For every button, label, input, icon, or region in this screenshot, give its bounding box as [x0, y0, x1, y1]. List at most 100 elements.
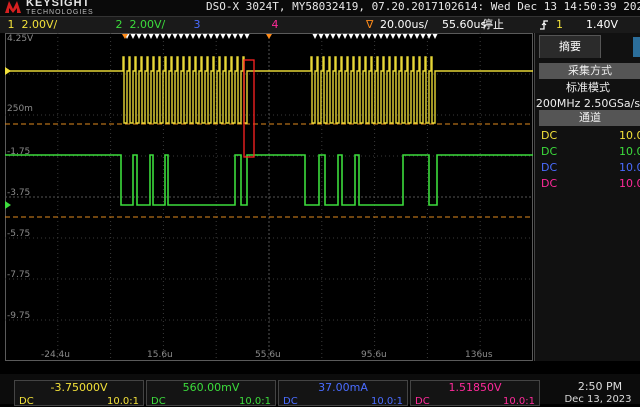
y-axis-label: 250m	[7, 104, 33, 114]
channel-2-bottom-coupling: DC	[151, 396, 166, 407]
run-stop-status[interactable]: 停止	[482, 17, 504, 33]
trigger-tick	[142, 34, 148, 39]
channel-3-scale[interactable]: 3	[190, 17, 204, 33]
channel-2-scale[interactable]: 2 2.00V/	[112, 17, 166, 33]
keysight-logo: KEYSIGHT TECHNOLOGIES	[2, 0, 120, 16]
channel-1-bottom-ratio: 10.0:1	[107, 396, 139, 407]
trigger-tick	[420, 34, 426, 39]
trigger-tick	[130, 34, 136, 39]
trigger-tick	[148, 34, 154, 39]
trigger-tick	[244, 34, 250, 39]
trigger-tick	[312, 34, 318, 39]
graticule-grid	[5, 33, 533, 361]
trigger-tick	[348, 34, 354, 39]
trigger-tick	[414, 34, 420, 39]
y-axis-label: 4.25V	[7, 34, 34, 44]
acquisition-mode: 标准模式	[566, 81, 610, 94]
channel-1-softkey[interactable]: -3.75000V DC 10.0:1	[14, 380, 144, 407]
keysight-logo-icon	[5, 1, 21, 13]
channel-2-offset: 560.00mV	[182, 381, 240, 394]
channel-3-summary: DC 10.0:1	[539, 160, 640, 176]
summary-panel: 摘要 采集方式 标准模式 200MHz 2.50GSa/s 通道 DC 10.0…	[534, 33, 640, 361]
channel-1-probe-ratio: 10.0:1	[619, 129, 640, 142]
trigger-level[interactable]: 1.40V	[586, 17, 618, 33]
trigger-edge-icon	[540, 20, 548, 30]
channel-1-scale[interactable]: 1 2.00V/	[4, 17, 58, 33]
y-axis-label: -1.75	[7, 147, 30, 157]
channel-1-bottom-coupling: DC	[19, 396, 34, 407]
trigger-tick	[378, 34, 384, 39]
channel-4-offset: 1.51850V	[448, 381, 502, 394]
tab-summary[interactable]: 摘要	[539, 35, 601, 58]
trigger-tick	[318, 34, 324, 39]
channel-2-coupling: DC	[541, 145, 558, 158]
trigger-tick	[354, 34, 360, 39]
channel-2-summary: DC 10.0:1	[539, 144, 640, 160]
trigger-tick	[226, 34, 232, 39]
trigger-tick	[384, 34, 390, 39]
channel-4-bottom-coupling: DC	[415, 396, 430, 407]
clock-date: Dec 13, 2023	[564, 394, 632, 405]
channel-status-row: 1 2.00V/ 2 2.00V/ 3 4 ∇ 20.00us/ 55.60us…	[0, 16, 640, 33]
trigger-tick	[184, 34, 190, 39]
trigger-tick	[372, 34, 378, 39]
waveform-graticule: 4.25V 250m -1.75 -3.75 -5.75 -7.75 -9.75 -24.4u…	[5, 33, 533, 361]
trigger-channel: 1	[556, 18, 563, 31]
clock-time: 2:50 PM	[577, 380, 623, 393]
channels-header: 通道	[539, 110, 640, 126]
trigger-tick	[426, 34, 432, 39]
trigger-tick	[136, 34, 142, 39]
channel-4-summary: DC 10.0:1	[539, 176, 640, 192]
trigger-tick	[208, 34, 214, 39]
channel-3-softkey[interactable]: 37.00mA DC 10.0:1	[278, 380, 408, 407]
delay-marker-icon: ∇	[366, 18, 374, 31]
trigger-markers	[122, 34, 438, 39]
trigger-tick	[342, 34, 348, 39]
x-axis-label: 136us	[465, 350, 493, 360]
trigger-tick	[238, 34, 244, 39]
x-axis-label: 15.6u	[147, 350, 173, 360]
trigger-tick	[366, 34, 372, 39]
channel-3-number: 3	[193, 18, 201, 31]
channel-1-volts-div: 2.00V/	[21, 18, 58, 31]
tab-next[interactable]	[633, 37, 640, 57]
channel-1-number: 1	[7, 18, 15, 31]
channel-1-ground-marker	[5, 67, 11, 75]
channel-2-ground-marker	[5, 201, 11, 209]
channel-3-offset: 37.00mA	[318, 381, 368, 394]
trigger-tick	[172, 34, 178, 39]
timebase-delay[interactable]: 55.60us	[442, 17, 486, 33]
channel-3-probe-ratio: 10.0:1	[619, 161, 640, 174]
trigger-tick	[336, 34, 342, 39]
channel-4-probe-ratio: 10.0:1	[619, 177, 640, 190]
channel-2-bottom-ratio: 10.0:1	[239, 396, 271, 407]
trigger-tick	[330, 34, 336, 39]
trigger-tick	[324, 34, 330, 39]
trigger-tick	[166, 34, 172, 39]
channel-4-softkey[interactable]: 1.51850V DC 10.0:1	[410, 380, 540, 407]
channel-2-volts-div: 2.00V/	[129, 18, 166, 31]
trigger-tick	[160, 34, 166, 39]
trigger-tick	[232, 34, 238, 39]
y-axis-label: -3.75	[7, 188, 30, 198]
channel-4-scale[interactable]: 4	[268, 17, 282, 33]
channel-4-coupling: DC	[541, 177, 558, 190]
channel-2-number: 2	[115, 18, 123, 31]
trigger-tick	[190, 34, 196, 39]
channel-2-softkey[interactable]: 560.00mV DC 10.0:1	[146, 380, 276, 407]
channel-2-probe-ratio: 10.0:1	[619, 145, 640, 158]
x-axis-label: 95.6u	[361, 350, 387, 360]
trigger-tick	[220, 34, 226, 39]
x-axis-label: -24.4u	[41, 350, 70, 360]
timebase-scale[interactable]: 20.00us/	[380, 17, 428, 33]
trigger-tick	[196, 34, 202, 39]
trigger-tick	[178, 34, 184, 39]
channel-3-bottom-ratio: 10.0:1	[371, 396, 403, 407]
zoom-highlight-box	[243, 59, 255, 158]
channel-4-number: 4	[271, 18, 279, 31]
brand-name: KEYSIGHT	[26, 0, 91, 9]
channel-4-bottom-ratio: 10.0:1	[503, 396, 535, 407]
y-axis-label: -7.75	[7, 270, 30, 280]
waveform-display[interactable]: 4.25V 250m -1.75 -3.75 -5.75 -7.75 -9.75 -24.4u…	[5, 33, 533, 361]
trigger-tick	[154, 34, 160, 39]
